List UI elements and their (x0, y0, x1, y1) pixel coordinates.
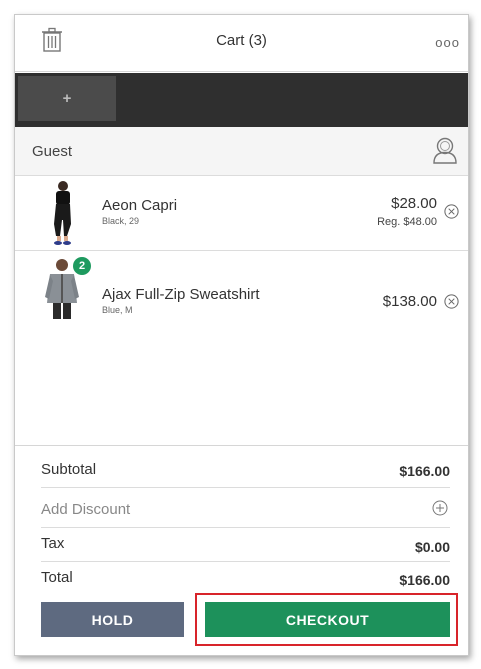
cart-item[interactable]: 2 Ajax Full-Zip Sweatshirt Blue, M $138.… (15, 251, 468, 325)
item-regular-price: Reg. $48.00 (377, 216, 437, 228)
add-discount-label: Add Discount (41, 501, 131, 518)
subtotal-row: Subtotal $166.00 (41, 453, 450, 488)
product-thumbnail (54, 181, 71, 245)
checkout-button[interactable]: CHECKOUT (205, 602, 450, 637)
hold-button[interactable]: HOLD (41, 602, 184, 637)
tax-label: Tax (41, 535, 65, 552)
more-options-icon[interactable]: ooo (435, 35, 460, 50)
cart-tab-bar: + (15, 73, 468, 127)
cart-header: Cart (3) ooo (15, 15, 468, 72)
item-variant: Black, 29 (102, 216, 140, 226)
cart-title: Cart (3) (216, 32, 267, 49)
total-label: Total (41, 569, 73, 586)
item-variant: Blue, M (102, 305, 133, 315)
item-name: Aeon Capri (102, 197, 178, 214)
total-value: $166.00 (399, 572, 450, 588)
user-icon[interactable] (432, 136, 458, 164)
remove-item-icon[interactable] (444, 294, 459, 309)
item-price: $28.00 (391, 195, 437, 212)
customer-label: Guest (32, 143, 73, 160)
item-price: $138.00 (382, 293, 437, 310)
subtotal-value: $166.00 (399, 463, 450, 479)
add-discount-icon[interactable] (432, 500, 448, 516)
tax-value: $0.00 (414, 539, 450, 555)
tax-row: Tax $0.00 (41, 527, 450, 562)
item-name: Ajax Full-Zip Sweatshirt (102, 286, 260, 303)
cart-item[interactable]: Aeon Capri Black, 29 $28.00 Reg. $48.00 (15, 176, 468, 251)
customer-row[interactable]: Guest (15, 127, 468, 176)
subtotal-label: Subtotal (41, 461, 97, 478)
total-row: Total $166.00 (41, 562, 450, 596)
add-discount-row[interactable]: Add Discount (41, 489, 450, 528)
quantity-badge: 2 (73, 257, 91, 275)
remove-item-icon[interactable] (444, 204, 459, 219)
add-cart-tab-button[interactable]: + (18, 76, 116, 121)
cart-panel: Cart (3) ooo + Guest Aeon Capri Black, 2… (14, 14, 469, 656)
